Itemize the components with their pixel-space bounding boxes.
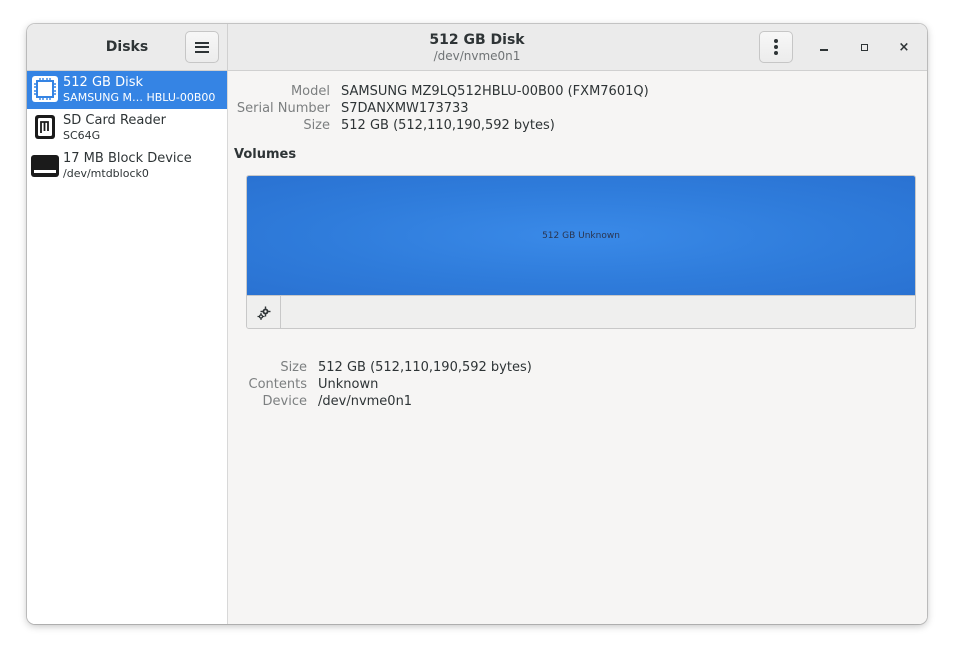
- info-row-serial: Serial Number S7DANXMW173733: [228, 100, 927, 117]
- vol-device-value: /dev/nvme0n1: [318, 394, 413, 409]
- size-label: Size: [303, 118, 330, 133]
- partition-options-button[interactable]: [247, 296, 281, 328]
- vol-row-size: Size 512 GB (512,110,190,592 bytes): [228, 359, 927, 376]
- drive-item-block-device[interactable]: 17 MB Block Device /dev/mtdblock0: [27, 147, 227, 185]
- size-value: 512 GB (512,110,190,592 bytes): [341, 118, 555, 133]
- serial-label: Serial Number: [236, 101, 330, 116]
- vol-row-device: Device /dev/nvme0n1: [228, 393, 927, 410]
- volumes-heading: Volumes: [234, 147, 297, 162]
- info-row-size: Size 512 GB (512,110,190,592 bytes): [228, 117, 927, 134]
- header-bar: Disks 512 GB Disk /dev/nvme0n1 ×: [27, 24, 927, 71]
- disk-title: 512 GB Disk: [429, 32, 525, 48]
- partition-label: 512 GB Unknown: [542, 230, 620, 241]
- kebab-menu-icon: [774, 39, 778, 55]
- hamburger-menu-icon: [195, 41, 209, 53]
- drive-item-512gb-disk[interactable]: 512 GB Disk SAMSUNG M… HBLU-00B00: [27, 71, 227, 109]
- model-value: SAMSUNG MZ9LQ512HBLU-00B00 (FXM7601Q): [341, 84, 649, 99]
- vol-size-label: Size: [280, 360, 307, 375]
- minimize-icon: [820, 49, 828, 51]
- close-icon: ×: [898, 39, 910, 55]
- vol-device-label: Device: [262, 394, 307, 409]
- drive-subtitle: SC64G: [63, 129, 101, 142]
- drive-item-sd-card-reader[interactable]: SD Card Reader SC64G: [27, 109, 227, 147]
- gears-icon: [257, 306, 270, 320]
- disk-info: Model SAMSUNG MZ9LQ512HBLU-00B00 (FXM760…: [228, 83, 927, 134]
- drive-subtitle: SAMSUNG M… HBLU-00B00: [63, 91, 216, 104]
- drive-name: SD Card Reader: [63, 113, 166, 128]
- drive-list: 512 GB Disk SAMSUNG M… HBLU-00B00 SD Car…: [27, 71, 228, 624]
- info-row-model: Model SAMSUNG MZ9LQ512HBLU-00B00 (FXM760…: [228, 83, 927, 100]
- close-button[interactable]: ×: [891, 34, 917, 60]
- vol-size-value: 512 GB (512,110,190,592 bytes): [318, 360, 532, 375]
- serial-value: S7DANXMW173733: [341, 101, 469, 116]
- maximize-button[interactable]: [851, 34, 877, 60]
- window-title: 512 GB Disk /dev/nvme0n1: [227, 24, 727, 63]
- maximize-icon: [860, 43, 868, 51]
- disk-subtitle: /dev/nvme0n1: [433, 49, 521, 63]
- disks-window: Disks 512 GB Disk /dev/nvme0n1 × 512 GB …: [27, 24, 927, 624]
- vol-contents-value: Unknown: [318, 377, 379, 392]
- model-label: Model: [290, 84, 330, 99]
- sidebar-header: Disks: [27, 24, 228, 70]
- minimize-button[interactable]: [811, 34, 837, 60]
- drive-name: 512 GB Disk: [63, 75, 143, 90]
- ssd-chip-icon: [32, 76, 58, 102]
- sd-card-icon: [35, 115, 55, 139]
- drive-options-button[interactable]: [759, 31, 793, 63]
- volume-info: Size 512 GB (512,110,190,592 bytes) Cont…: [228, 359, 927, 410]
- drive-subtitle: /dev/mtdblock0: [63, 167, 149, 180]
- drive-name: 17 MB Block Device: [63, 151, 192, 166]
- main-menu-button[interactable]: [185, 31, 219, 63]
- block-device-icon: [31, 155, 59, 177]
- volume-map: 512 GB Unknown: [246, 175, 916, 329]
- volume-toolbar: [247, 295, 915, 328]
- partition-block[interactable]: 512 GB Unknown: [247, 176, 915, 295]
- vol-contents-label: Contents: [248, 377, 307, 392]
- drive-details: Model SAMSUNG MZ9LQ512HBLU-00B00 (FXM760…: [228, 71, 927, 624]
- vol-row-contents: Contents Unknown: [228, 376, 927, 393]
